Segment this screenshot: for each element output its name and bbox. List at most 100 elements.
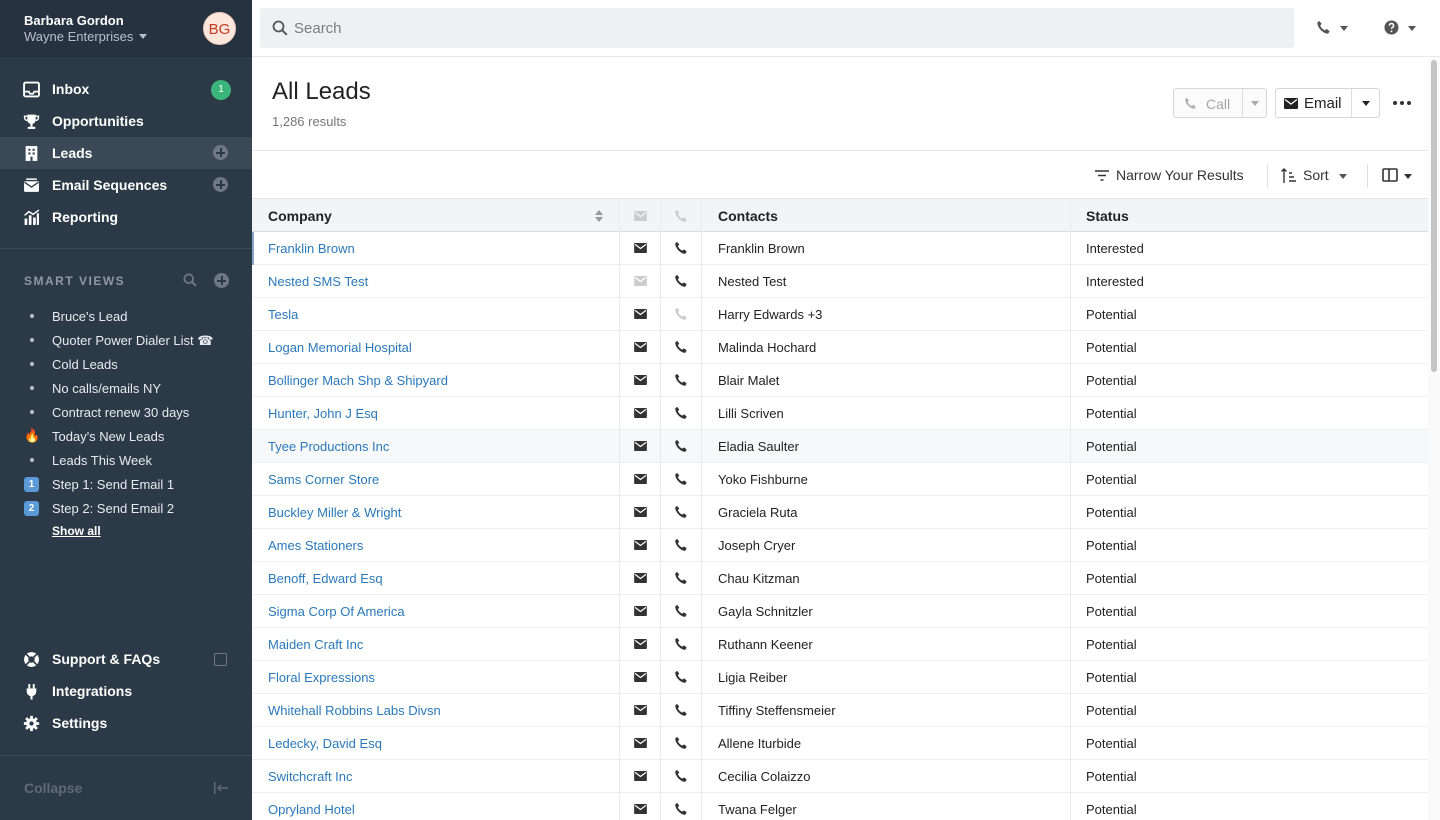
- org-switcher[interactable]: Wayne Enterprises: [24, 29, 148, 44]
- table-row[interactable]: Nested SMS Test Nested Test Interested: [252, 265, 1428, 298]
- smart-view-item[interactable]: 🔥 Today's New Leads: [0, 425, 252, 449]
- chevron-down-icon[interactable]: [1251, 101, 1259, 106]
- company-link[interactable]: Franklin Brown: [268, 241, 355, 256]
- smart-view-item[interactable]: Contract renew 30 days: [0, 401, 252, 425]
- envelope-icon[interactable]: [634, 804, 647, 814]
- envelope-icon[interactable]: [634, 276, 647, 286]
- sidebar-item-reporting[interactable]: Reporting: [0, 201, 252, 233]
- company-link[interactable]: Benoff, Edward Esq: [268, 571, 383, 586]
- envelope-icon[interactable]: [634, 474, 647, 484]
- phone-icon[interactable]: [674, 472, 688, 486]
- table-row[interactable]: Floral Expressions Ligia Reiber Potential: [252, 661, 1428, 694]
- phone-icon[interactable]: [674, 241, 688, 255]
- company-link[interactable]: Buckley Miller & Wright: [268, 505, 401, 520]
- envelope-icon[interactable]: [634, 342, 647, 352]
- phone-icon[interactable]: [674, 769, 688, 783]
- more-options-icon[interactable]: [1393, 94, 1413, 110]
- smart-view-item[interactable]: Quoter Power Dialer List ☎: [0, 329, 252, 353]
- table-row[interactable]: Sigma Corp Of America Gayla Schnitzler Pot…: [252, 595, 1428, 628]
- add-smart-view-icon[interactable]: [214, 273, 229, 288]
- table-row[interactable]: Ames Stationers Joseph Cryer Potential: [252, 529, 1428, 562]
- search-input[interactable]: [294, 8, 1274, 48]
- envelope-icon[interactable]: [634, 243, 647, 253]
- phone-icon[interactable]: [674, 802, 688, 816]
- phone-icon[interactable]: [674, 703, 688, 717]
- sort-toggle-icon[interactable]: [595, 210, 603, 222]
- phone-menu-button[interactable]: [1314, 17, 1354, 41]
- phone-icon[interactable]: [674, 538, 688, 552]
- add-lead-icon[interactable]: [213, 145, 228, 160]
- sidebar-item-settings[interactable]: Settings: [0, 707, 252, 739]
- company-link[interactable]: Logan Memorial Hospital: [268, 340, 412, 355]
- company-link[interactable]: Sigma Corp Of America: [268, 604, 405, 619]
- company-link[interactable]: Whitehall Robbins Labs Divsn: [268, 703, 441, 718]
- table-row[interactable]: Logan Memorial Hospital Malinda Hochard Po…: [252, 331, 1428, 364]
- company-link[interactable]: Maiden Craft Inc: [268, 637, 363, 652]
- column-header-status[interactable]: Status: [1086, 208, 1129, 224]
- company-link[interactable]: Ames Stationers: [268, 538, 363, 553]
- envelope-icon[interactable]: [634, 507, 647, 517]
- smart-view-item[interactable]: Bruce's Lead: [0, 305, 252, 329]
- chevron-down-icon[interactable]: [1362, 101, 1370, 106]
- sidebar-item-email-sequences[interactable]: Email Sequences: [0, 169, 252, 201]
- table-row[interactable]: Sams Corner Store Yoko Fishburne Potential: [252, 463, 1428, 496]
- phone-icon[interactable]: [674, 736, 688, 750]
- smart-view-item[interactable]: 2 Step 2: Send Email 2: [0, 497, 252, 521]
- phone-icon[interactable]: [674, 604, 688, 618]
- sidebar-item-leads[interactable]: Leads: [0, 137, 252, 169]
- phone-icon[interactable]: [674, 340, 688, 354]
- table-row[interactable]: Tyee Productions Inc Eladia Saulter Potent…: [252, 430, 1428, 463]
- company-link[interactable]: Floral Expressions: [268, 670, 375, 685]
- envelope-icon[interactable]: [634, 771, 647, 781]
- table-row[interactable]: Bollinger Mach Shp & Shipyard Blair Malet…: [252, 364, 1428, 397]
- smart-view-item[interactable]: Leads This Week: [0, 449, 252, 473]
- smart-view-item[interactable]: 1 Step 1: Send Email 1: [0, 473, 252, 497]
- company-link[interactable]: Ledecky, David Esq: [268, 736, 382, 751]
- table-row[interactable]: Opryland Hotel Twana Felger Potential: [252, 793, 1428, 820]
- envelope-icon[interactable]: [634, 705, 647, 715]
- search-bar[interactable]: [260, 8, 1294, 48]
- envelope-icon[interactable]: [634, 309, 647, 319]
- scrollbar[interactable]: [1428, 58, 1440, 820]
- show-all-link[interactable]: Show all: [52, 524, 101, 538]
- table-row[interactable]: Buckley Miller & Wright Graciela Ruta Pote…: [252, 496, 1428, 529]
- table-row[interactable]: Maiden Craft Inc Ruthann Keener Potential: [252, 628, 1428, 661]
- table-row[interactable]: Ledecky, David Esq Allene Iturbide Potenti…: [252, 727, 1428, 760]
- call-button[interactable]: Call: [1173, 88, 1267, 118]
- table-row[interactable]: Benoff, Edward Esq Chau Kitzman Potential: [252, 562, 1428, 595]
- company-link[interactable]: Hunter, John J Esq: [268, 406, 378, 421]
- phone-icon[interactable]: [674, 373, 688, 387]
- phone-icon[interactable]: [674, 670, 688, 684]
- sidebar-item-inbox[interactable]: Inbox 1: [0, 73, 252, 105]
- table-row[interactable]: Switchcraft Inc Cecilia Colaizzo Potential: [252, 760, 1428, 793]
- company-link[interactable]: Sams Corner Store: [268, 472, 379, 487]
- smart-view-item[interactable]: No calls/emails NY: [0, 377, 252, 401]
- phone-icon[interactable]: [674, 274, 688, 288]
- phone-icon[interactable]: [674, 505, 688, 519]
- collapse-arrow-icon[interactable]: [213, 781, 229, 795]
- company-link[interactable]: Opryland Hotel: [268, 802, 355, 817]
- envelope-icon[interactable]: [634, 672, 647, 682]
- table-row[interactable]: Hunter, John J Esq Lilli Scriven Potential: [252, 397, 1428, 430]
- envelope-icon[interactable]: [634, 738, 647, 748]
- envelope-icon[interactable]: [634, 573, 647, 583]
- help-menu-button[interactable]: [1382, 17, 1422, 41]
- envelope-icon[interactable]: [634, 639, 647, 649]
- user-menu[interactable]: Barbara Gordon Wayne Enterprises BG: [0, 0, 252, 57]
- table-row[interactable]: Franklin Brown Franklin Brown Interested: [252, 232, 1428, 265]
- envelope-icon[interactable]: [634, 606, 647, 616]
- phone-icon[interactable]: [674, 439, 688, 453]
- company-link[interactable]: Nested SMS Test: [268, 274, 368, 289]
- envelope-icon[interactable]: [634, 408, 647, 418]
- company-link[interactable]: Switchcraft Inc: [268, 769, 353, 784]
- phone-icon[interactable]: [674, 571, 688, 585]
- table-row[interactable]: Tesla Harry Edwards +3 Potential: [252, 298, 1428, 331]
- email-button[interactable]: Email: [1275, 88, 1380, 118]
- phone-icon[interactable]: [674, 406, 688, 420]
- avatar[interactable]: BG: [203, 12, 236, 45]
- phone-icon[interactable]: [674, 307, 688, 321]
- company-link[interactable]: Bollinger Mach Shp & Shipyard: [268, 373, 448, 388]
- add-sequence-icon[interactable]: [213, 177, 228, 192]
- scrollbar-thumb[interactable]: [1431, 60, 1437, 372]
- column-header-contacts[interactable]: Contacts: [718, 208, 778, 224]
